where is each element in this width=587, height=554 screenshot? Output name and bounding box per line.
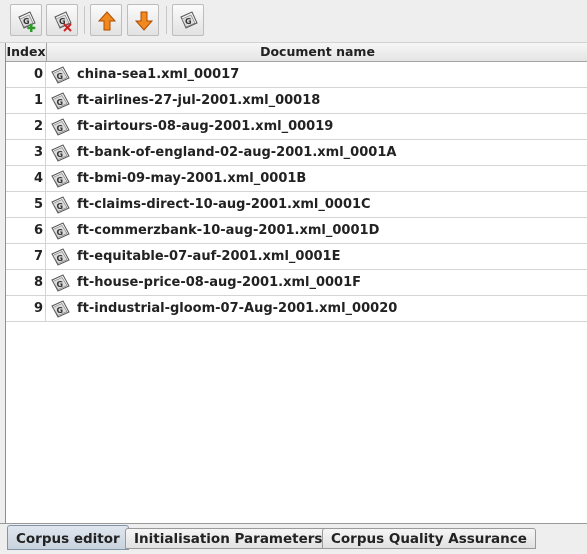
gate-document-icon: G	[51, 196, 70, 214]
tab-corpus-quality-assurance[interactable]: Corpus Quality Assurance	[322, 528, 536, 549]
gate-document-icon: G	[51, 118, 70, 136]
arrow-up-icon	[97, 11, 117, 31]
table-row[interactable]: 9 Gft-industrial-gloom-07-Aug-2001.xml_00…	[6, 296, 587, 322]
document-name: china-sea1.xml_00017	[77, 67, 240, 82]
table-row[interactable]: 8 Gft-house-price-08-aug-2001.xml_0001F	[6, 270, 587, 296]
document-name-cell[interactable]: Gft-commerzbank-10-aug-2001.xml_0001D	[47, 218, 587, 244]
remove-document-button[interactable]: G	[46, 4, 78, 36]
toolbar-separator	[166, 6, 167, 34]
table-row[interactable]: 5 Gft-claims-direct-10-aug-2001.xml_0001C	[6, 192, 587, 218]
document-name: ft-commerzbank-10-aug-2001.xml_0001D	[77, 223, 380, 238]
document-name-cell[interactable]: Gft-house-price-08-aug-2001.xml_0001F	[47, 270, 587, 296]
document-name-cell[interactable]: Gft-equitable-07-auf-2001.xml_0001E	[47, 244, 587, 270]
row-index: 7	[6, 244, 46, 270]
svg-text:G: G	[57, 228, 64, 237]
document-name-cell[interactable]: Gft-bank-of-england-02-aug-2001.xml_0001…	[47, 140, 587, 166]
svg-text:G: G	[57, 72, 64, 81]
table-row[interactable]: 1 Gft-airlines-27-jul-2001.xml_00018	[6, 88, 587, 114]
row-index: 1	[6, 88, 46, 114]
toolbar-separator	[84, 6, 85, 34]
document-name: ft-industrial-gloom-07-Aug-2001.xml_0002…	[77, 301, 398, 316]
tab-corpus-editor[interactable]: Corpus editor	[7, 525, 129, 550]
svg-text:G: G	[57, 150, 64, 159]
document-table: Index Document name 0 Gchina-sea1.xml_000…	[5, 43, 587, 523]
gate-document-icon: G	[51, 144, 70, 162]
svg-text:G: G	[185, 17, 192, 26]
document-name: ft-equitable-07-auf-2001.xml_0001E	[77, 249, 341, 264]
gate-document-add-icon: G	[18, 11, 36, 32]
table-row[interactable]: 3 Gft-bank-of-england-02-aug-2001.xml_000…	[6, 140, 587, 166]
gate-document-icon: G	[180, 11, 198, 29]
document-name-cell[interactable]: Gft-airtours-08-aug-2001.xml_00019	[47, 114, 587, 140]
svg-text:G: G	[57, 98, 64, 107]
svg-text:G: G	[57, 202, 64, 211]
gate-document-icon: G	[51, 248, 70, 266]
table-body: 0 Gchina-sea1.xml_00017 1 Gft-airlines-27-j…	[6, 62, 587, 322]
row-index: 0	[6, 62, 46, 88]
gate-document-icon: G	[51, 274, 70, 292]
document-name: ft-bank-of-england-02-aug-2001.xml_0001A	[77, 145, 397, 160]
row-index: 6	[6, 218, 46, 244]
document-name-cell[interactable]: Gft-airlines-27-jul-2001.xml_00018	[47, 88, 587, 114]
svg-text:G: G	[57, 306, 64, 315]
gate-document-icon: G	[51, 300, 70, 318]
table-row[interactable]: 7 Gft-equitable-07-auf-2001.xml_0001E	[6, 244, 587, 270]
svg-text:G: G	[57, 280, 64, 289]
row-index: 3	[6, 140, 46, 166]
table-row[interactable]: 4 Gft-bmi-09-may-2001.xml_0001B	[6, 166, 587, 192]
svg-text:G: G	[57, 124, 64, 133]
row-index: 5	[6, 192, 46, 218]
gate-document-icon: G	[51, 222, 70, 240]
open-document-button[interactable]: G	[172, 4, 204, 36]
move-up-button[interactable]	[90, 4, 122, 36]
document-name-cell[interactable]: Gft-bmi-09-may-2001.xml_0001B	[47, 166, 587, 192]
document-name: ft-airtours-08-aug-2001.xml_00019	[77, 119, 334, 134]
row-index: 8	[6, 270, 46, 296]
table-header: Index Document name	[6, 43, 587, 62]
row-index: 2	[6, 114, 46, 140]
svg-text:G: G	[57, 176, 64, 185]
document-name: ft-claims-direct-10-aug-2001.xml_0001C	[77, 197, 371, 212]
tab-initialisation-parameters[interactable]: Initialisation Parameters	[125, 528, 332, 549]
document-name: ft-airlines-27-jul-2001.xml_00018	[77, 93, 321, 108]
move-down-button[interactable]	[127, 4, 159, 36]
arrow-down-icon	[134, 11, 154, 31]
gate-document-icon: G	[51, 170, 70, 188]
table-row[interactable]: 6 Gft-commerzbank-10-aug-2001.xml_0001D	[6, 218, 587, 244]
svg-text:G: G	[23, 17, 30, 26]
toolbar: G G G	[0, 0, 587, 43]
gate-document-icon: G	[51, 92, 70, 110]
table-row[interactable]: 0 Gchina-sea1.xml_00017	[6, 62, 587, 88]
row-index: 4	[6, 166, 46, 192]
row-index: 9	[6, 296, 46, 322]
column-header-document-name[interactable]: Document name	[47, 43, 587, 61]
add-document-button[interactable]: G	[10, 4, 42, 36]
tab-bar: Corpus editor Initialisation Parameters …	[0, 523, 587, 554]
document-name: ft-house-price-08-aug-2001.xml_0001F	[77, 275, 362, 290]
document-name-cell[interactable]: Gft-claims-direct-10-aug-2001.xml_0001C	[47, 192, 587, 218]
gate-document-icon: G	[51, 66, 70, 84]
document-name: ft-bmi-09-may-2001.xml_0001B	[77, 171, 307, 186]
document-name-cell[interactable]: Gchina-sea1.xml_00017	[47, 62, 587, 88]
document-name-cell[interactable]: Gft-industrial-gloom-07-Aug-2001.xml_000…	[47, 296, 587, 322]
table-row[interactable]: 2 Gft-airtours-08-aug-2001.xml_00019	[6, 114, 587, 140]
svg-text:G: G	[57, 254, 64, 263]
gate-document-remove-icon: G	[54, 11, 72, 32]
column-header-index[interactable]: Index	[6, 43, 47, 61]
